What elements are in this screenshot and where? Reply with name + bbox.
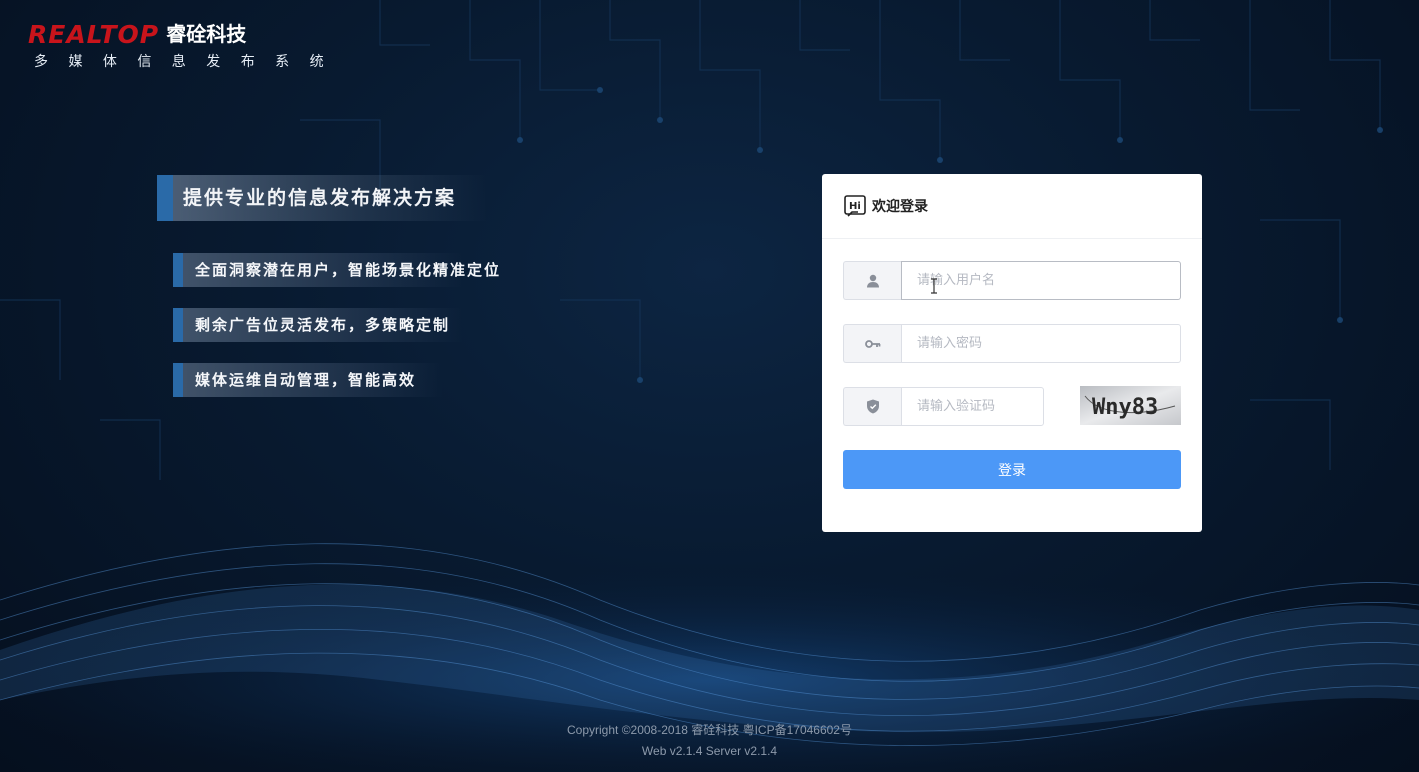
username-field — [843, 261, 1181, 300]
feature-item: 媒体运维自动管理，智能高效 — [173, 363, 443, 397]
slogan-main-text: 提供专业的信息发布解决方案 — [183, 187, 457, 209]
feature-text: 媒体运维自动管理，智能高效 — [195, 371, 417, 389]
feature-item: 剩余广告位灵活发布，多策略定制 — [173, 308, 463, 342]
captcha-field — [843, 387, 1044, 426]
key-icon — [843, 324, 901, 363]
password-input[interactable] — [901, 324, 1181, 363]
svg-text:Hi: Hi — [849, 201, 861, 212]
feature-text: 剩余广告位灵活发布，多策略定制 — [195, 316, 451, 334]
captcha-input[interactable] — [901, 387, 1044, 426]
username-input[interactable] — [901, 261, 1181, 300]
login-card-header: Hi 欢迎登录 — [822, 174, 1202, 239]
logo: REALTOP 睿硂科技 多 媒 体 信 息 发 布 系 统 — [28, 18, 332, 71]
footer-copyright: Copyright ©2008-2018 睿硂科技 粤ICP备17046602号 — [567, 723, 852, 737]
footer-version: Web v2.1.4 Server v2.1.4 — [641, 744, 778, 758]
captcha-image[interactable]: Wny83 — [1080, 386, 1181, 425]
hi-icon: Hi — [844, 195, 866, 217]
user-icon — [843, 261, 901, 300]
feature-text: 全面洞察潜在用户，智能场景化精准定位 — [195, 261, 502, 279]
logo-brand-cn: 睿硂科技 — [166, 22, 247, 46]
logo-subtitle: 多 媒 体 信 息 发 布 系 统 — [34, 54, 332, 70]
login-title: 欢迎登录 — [872, 199, 928, 215]
text-cursor-icon — [931, 278, 937, 294]
feature-item: 全面洞察潜在用户，智能场景化精准定位 — [173, 253, 502, 287]
login-card: Hi 欢迎登录 Wny83 登录 — [822, 174, 1202, 532]
shield-icon — [843, 387, 901, 426]
captcha-text: Wny83 — [1092, 395, 1158, 420]
logo-brand: REALTOP — [28, 20, 160, 49]
password-field — [843, 324, 1181, 363]
login-button[interactable]: 登录 — [843, 450, 1181, 489]
slogan-main: 提供专业的信息发布解决方案 — [157, 175, 487, 221]
